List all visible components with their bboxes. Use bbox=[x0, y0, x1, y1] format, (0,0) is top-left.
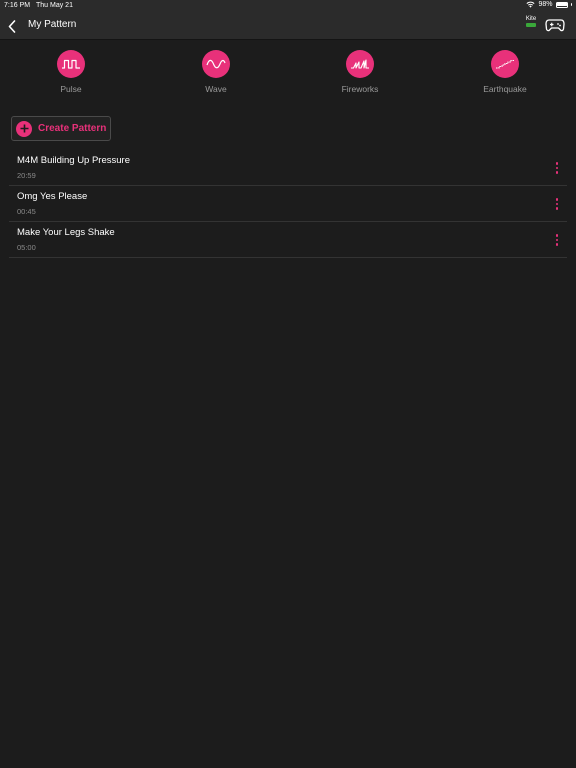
list-item[interactable]: Make Your Legs Shake 05:00 bbox=[9, 222, 567, 258]
pattern-duration: 20:59 bbox=[17, 171, 36, 180]
preset-circle bbox=[202, 50, 230, 78]
preset-label: Fireworks bbox=[341, 84, 379, 94]
gamepad-button[interactable] bbox=[545, 17, 565, 33]
dot bbox=[555, 198, 559, 201]
plus-icon bbox=[20, 124, 28, 133]
status-date: Thu May 21 bbox=[36, 2, 73, 9]
create-pattern-button[interactable]: Create Pattern bbox=[11, 116, 111, 141]
status-indicators: 98% bbox=[526, 1, 572, 8]
dot bbox=[555, 171, 559, 174]
dot bbox=[555, 234, 559, 237]
dot bbox=[555, 243, 559, 246]
battery-percent: 98% bbox=[538, 1, 553, 8]
plus-circle-icon bbox=[16, 120, 32, 137]
more-options-icon[interactable] bbox=[549, 159, 565, 177]
device-status[interactable]: Kite bbox=[522, 16, 540, 27]
pattern-title: Make Your Legs Shake bbox=[17, 227, 115, 238]
nav-bar: My Pattern Kite bbox=[0, 12, 576, 40]
list-item[interactable]: M4M Building Up Pressure 20:59 bbox=[9, 150, 567, 186]
sine-wave-icon bbox=[206, 59, 226, 69]
preset-circle bbox=[57, 50, 85, 78]
preset-fireworks[interactable]: Fireworks bbox=[320, 50, 400, 94]
pattern-duration: 00:45 bbox=[17, 207, 36, 216]
preset-pulse[interactable]: Pulse bbox=[31, 50, 111, 94]
list-item[interactable]: Omg Yes Please 00:45 bbox=[9, 186, 567, 222]
pattern-title: Omg Yes Please bbox=[17, 191, 88, 202]
pattern-list: M4M Building Up Pressure 20:59 Omg Yes P… bbox=[9, 150, 567, 258]
battery-icon bbox=[555, 1, 568, 8]
dot bbox=[555, 166, 559, 170]
preset-circle bbox=[346, 50, 374, 78]
status-bar: 7:16 PM Thu May 21 98% bbox=[0, 0, 576, 12]
preset-label: Earthquake bbox=[483, 84, 527, 94]
back-button[interactable] bbox=[4, 17, 20, 35]
preset-wave[interactable]: Wave bbox=[176, 50, 256, 94]
more-options-icon[interactable] bbox=[549, 231, 565, 249]
wifi-icon bbox=[526, 1, 535, 8]
more-options-icon[interactable] bbox=[549, 195, 565, 213]
status-time: 7:16 PM bbox=[4, 2, 31, 9]
battery-tip bbox=[570, 3, 572, 6]
dot bbox=[555, 162, 559, 165]
preset-label: Wave bbox=[205, 84, 227, 94]
pattern-duration: 05:00 bbox=[17, 243, 36, 252]
gamepad-icon bbox=[545, 19, 565, 32]
preset-earthquake[interactable]: Earthquake bbox=[465, 50, 545, 94]
dot bbox=[555, 202, 559, 206]
dot bbox=[555, 238, 559, 242]
earthquake-wave-icon bbox=[496, 59, 514, 69]
device-battery-icon bbox=[526, 23, 536, 27]
chevron-left-icon bbox=[8, 19, 16, 33]
pattern-title: M4M Building Up Pressure bbox=[17, 155, 130, 166]
preset-label: Pulse bbox=[60, 84, 82, 94]
dot bbox=[555, 207, 559, 210]
create-pattern-label: Create Pattern bbox=[38, 123, 107, 134]
preset-patterns: Pulse Wave Fireworks Earthquake bbox=[0, 50, 576, 100]
pulse-wave-icon bbox=[62, 59, 80, 69]
fireworks-wave-icon bbox=[351, 59, 369, 69]
device-name: Kite bbox=[525, 16, 537, 22]
preset-circle bbox=[491, 50, 519, 78]
page-title: My Pattern bbox=[28, 19, 77, 30]
battery-fill bbox=[557, 3, 567, 6]
